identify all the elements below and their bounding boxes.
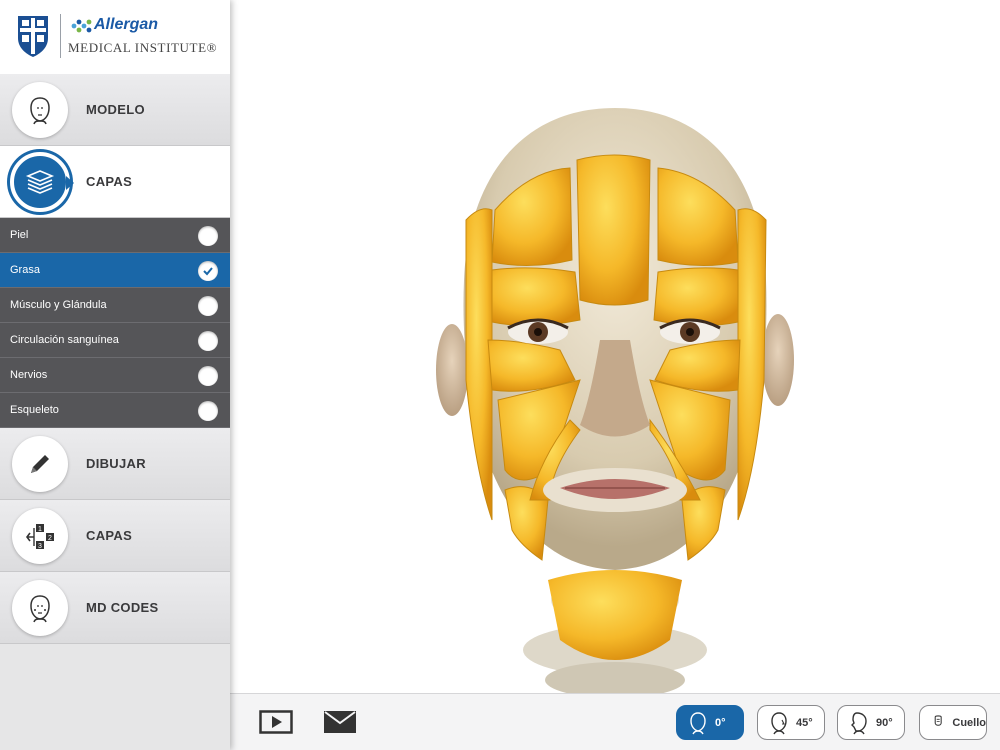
pencil-icon	[31, 455, 49, 473]
mouth	[543, 468, 687, 512]
menu-label-capas: CAPAS	[86, 174, 133, 189]
layer-toggle[interactable]	[198, 331, 218, 351]
svg-text:3: 3	[38, 543, 42, 550]
menu-item-dibujar[interactable]: DIBUJAR	[0, 428, 230, 500]
layers-list: Piel Grasa Músculo y Glándula Circulación s…	[0, 218, 230, 428]
view-0-label: 0°	[715, 716, 726, 729]
view-45-button[interactable]: 45°	[757, 705, 825, 740]
svg-text:2: 2	[48, 535, 52, 542]
allergan-dots-icon	[71, 19, 92, 33]
layer-label: Nervios	[10, 369, 48, 381]
layer-order-icon: 1 2 3	[26, 524, 54, 550]
play-icon	[259, 710, 293, 734]
layer-label: Circulación sanguínea	[10, 334, 119, 346]
layer-label: Músculo y Glándula	[10, 299, 107, 311]
layer-row[interactable]: Nervios	[0, 358, 230, 393]
layer-row[interactable]: Músculo y Glándula	[0, 288, 230, 323]
active-pointer	[66, 176, 74, 190]
layer-toggle[interactable]	[198, 366, 218, 386]
view-90-button[interactable]: 90°	[837, 705, 905, 740]
layer-label: Piel	[10, 229, 29, 241]
right-ear	[762, 314, 794, 406]
face-icon	[30, 595, 50, 623]
layer-order-icon-circle: 1 2 3	[12, 508, 68, 564]
layer-label: Esqueleto	[10, 404, 59, 416]
layer-toggle[interactable]	[198, 296, 218, 316]
logo-area: Allergan MEDICAL INSTITUTE®	[0, 0, 230, 74]
sidebar: Allergan MEDICAL INSTITUTE® MODELO CAPAS…	[0, 0, 230, 750]
neck-icon	[934, 714, 942, 726]
layer-toggle[interactable]	[198, 226, 218, 246]
layer-row[interactable]: Esqueleto	[0, 393, 230, 428]
svg-text:1: 1	[38, 526, 42, 533]
face-45-icon	[771, 711, 787, 734]
brand-name: Allergan	[94, 16, 159, 33]
layer-toggle[interactable]	[198, 401, 218, 421]
view-0-button[interactable]: 0°	[676, 705, 744, 740]
brand-subtitle: MEDICAL INSTITUTE®	[68, 40, 218, 55]
layer-label: Grasa	[10, 264, 40, 276]
layer-row[interactable]: Piel	[0, 218, 230, 253]
pencil-icon-circle	[12, 436, 68, 492]
logo-divider	[60, 14, 61, 58]
menu-item-capas[interactable]: CAPAS	[0, 146, 230, 218]
view-45-label: 45°	[796, 716, 813, 729]
model-viewport[interactable]	[230, 0, 1000, 693]
play-button[interactable]	[258, 709, 294, 735]
layer-toggle[interactable]	[198, 261, 218, 281]
layer-row[interactable]: Grasa	[0, 253, 230, 288]
face-profile-icon	[851, 711, 867, 734]
layer-row[interactable]: Circulación sanguínea	[0, 323, 230, 358]
mail-icon	[324, 711, 356, 733]
head-icon-circle	[12, 82, 68, 138]
menu-item-mdcodes[interactable]: MD CODES	[0, 572, 230, 644]
view-cuello-label: Cuello	[952, 716, 986, 729]
bottom-toolbar: 0° 45° 90° Cuello	[230, 693, 1000, 750]
mdcodes-icon-circle	[12, 580, 68, 636]
menu-label-dibujar: DIBUJAR	[86, 456, 146, 471]
menu-label-modelo: MODELO	[86, 102, 145, 117]
layers-icon-circle	[10, 152, 70, 212]
menu-label-capas-order: CAPAS	[86, 528, 133, 543]
view-90-label: 90°	[876, 716, 893, 729]
left-ear	[436, 324, 468, 416]
shield-logo-icon	[18, 16, 48, 57]
menu-item-capas-order[interactable]: 1 2 3 CAPAS	[0, 500, 230, 572]
layers-stack-icon	[25, 170, 55, 194]
mail-button[interactable]	[322, 709, 358, 735]
head-icon	[30, 97, 50, 125]
head-model	[436, 108, 794, 693]
menu-label-mdcodes: MD CODES	[86, 600, 159, 615]
face-front-icon	[690, 711, 706, 734]
view-cuello-button[interactable]: Cuello	[919, 705, 987, 740]
check-icon	[203, 267, 213, 276]
menu-item-modelo[interactable]: MODELO	[0, 74, 230, 146]
